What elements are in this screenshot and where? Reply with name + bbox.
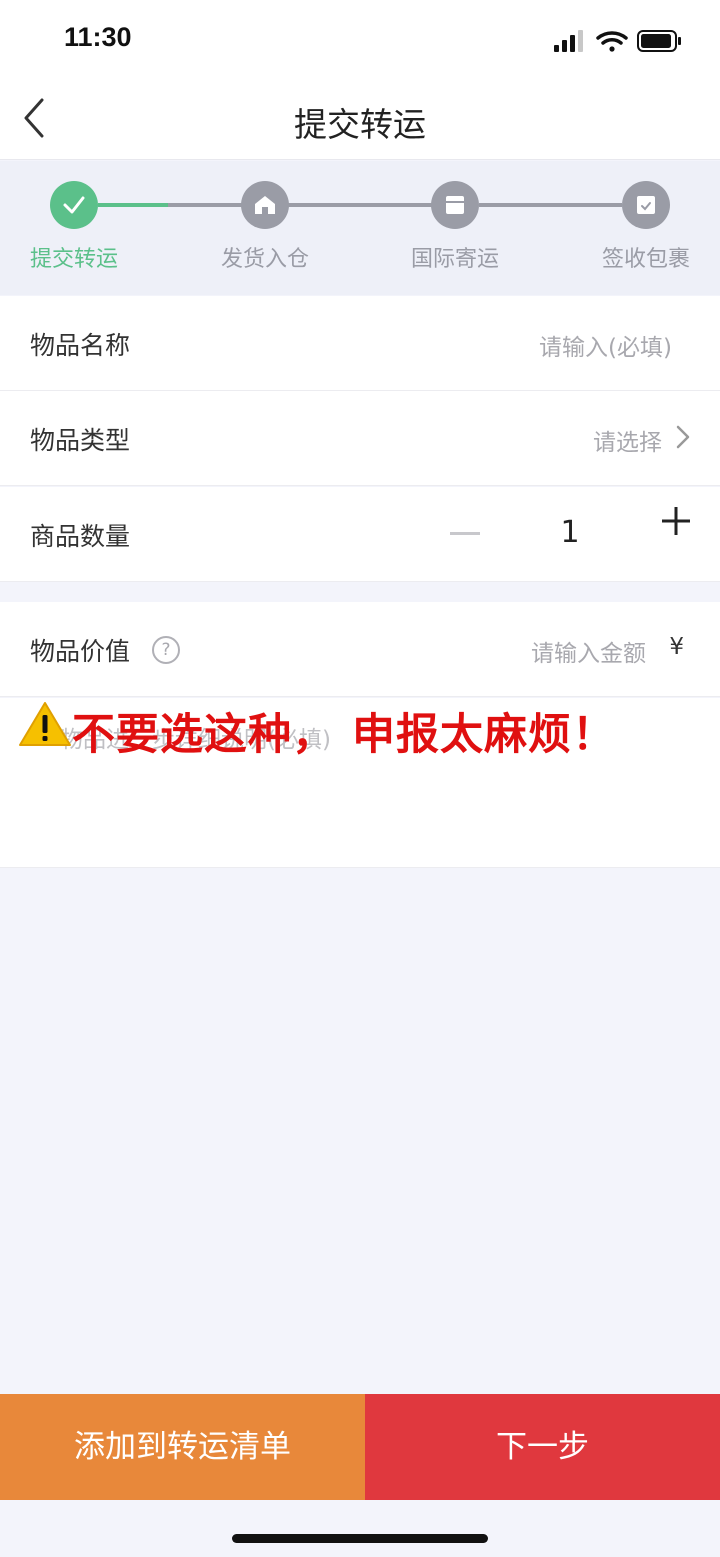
status-time: 11:30: [64, 22, 132, 52]
step-1-label: 提交转运: [29, 247, 118, 272]
item-name-label: 物品名称: [30, 331, 131, 360]
step-2-label: 发货入仓: [220, 247, 309, 272]
warning-icon: [19, 702, 71, 746]
item-name-row[interactable]: 物品名称 请输入(必填): [0, 296, 720, 391]
home-indicator: [232, 1534, 488, 1543]
decrement-button[interactable]: [450, 532, 480, 535]
add-to-list-button[interactable]: 添加到转运清单: [0, 1394, 365, 1500]
warehouse-icon: [255, 196, 275, 214]
cellular-signal-icon: [554, 30, 583, 52]
check-icon: [63, 196, 85, 214]
status-bar: 11:30: [0, 0, 720, 80]
step-1-indicator: [50, 181, 98, 229]
page-title: 提交转运: [294, 105, 426, 144]
item-type-row[interactable]: 物品类型 请选择: [0, 391, 720, 486]
chevron-right-icon: [676, 425, 690, 449]
item-value-row[interactable]: 物品价值 ? 请输入金额 ¥: [0, 602, 720, 697]
quantity-label: 商品数量: [30, 522, 131, 551]
shipping-box-icon: [446, 196, 464, 214]
item-type-label: 物品类型: [30, 426, 131, 455]
progress-stepper: 提交转运 发货入仓 国际寄运 签收包裹: [0, 161, 720, 295]
package-received-icon: [637, 196, 655, 214]
step-2-indicator: [241, 181, 289, 229]
step-4-label: 签收包裹: [601, 247, 690, 272]
warning-text: 不要选这种， 申报太麻烦！: [72, 710, 616, 760]
step-connector: [288, 203, 432, 207]
quantity-row: 商品数量 1: [0, 487, 720, 582]
item-value-label: 物品价值: [30, 637, 131, 666]
step-3-label: 国际寄运: [410, 247, 499, 272]
increment-button[interactable]: [660, 505, 692, 537]
warning-overlay: 不要选这种， 申报太麻烦！: [18, 700, 718, 760]
step-connector: [98, 203, 168, 207]
item-type-select[interactable]: 请选择: [593, 423, 662, 457]
step-3-indicator: [431, 181, 479, 229]
item-name-input[interactable]: 请输入(必填): [539, 328, 672, 362]
step-connector: [479, 203, 622, 207]
battery-icon: [637, 30, 681, 52]
quantity-value[interactable]: 1: [540, 515, 600, 550]
step-4-indicator: [622, 181, 670, 229]
next-step-button[interactable]: 下一步: [365, 1394, 720, 1500]
wifi-icon: [596, 31, 628, 52]
step-connector: [168, 203, 242, 207]
item-value-input[interactable]: 请输入金额: [531, 634, 646, 668]
nav-bar: 提交转运: [0, 80, 720, 160]
currency-symbol: ¥: [669, 634, 684, 660]
status-icons: [554, 26, 684, 56]
help-icon[interactable]: ?: [152, 636, 180, 664]
